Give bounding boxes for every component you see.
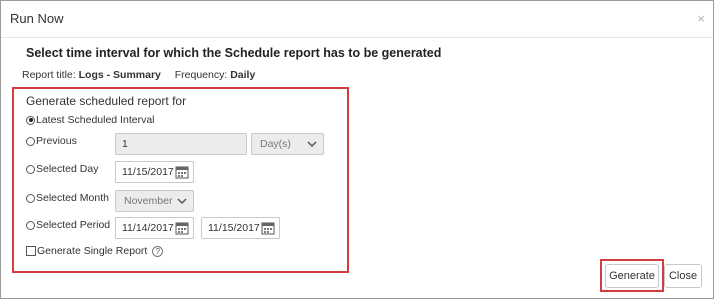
frequency-label: Frequency: — [174, 69, 228, 81]
selected-month-label: Selected Month — [36, 192, 109, 204]
latest-label: Latest Scheduled Interval — [36, 114, 155, 126]
month-select[interactable]: November — [115, 190, 194, 212]
frequency-value: Daily — [230, 69, 256, 81]
calendar-icon[interactable] — [175, 165, 189, 179]
instruction-text: Select time interval for which the Sched… — [26, 46, 442, 60]
selected-period-label: Selected Period — [36, 219, 111, 231]
previous-count-input[interactable]: 1 — [115, 133, 247, 155]
close-icon[interactable]: × — [697, 11, 705, 26]
dialog-header: Run Now × — [1, 1, 713, 38]
selected-day-radio[interactable] — [26, 164, 35, 174]
previous-radio[interactable] — [26, 136, 35, 146]
report-title-label: Report title: — [22, 69, 76, 81]
latest-radio[interactable] — [26, 115, 35, 125]
option-selected-day[interactable]: Selected Day — [26, 163, 98, 175]
period-end-input[interactable]: 11/15/2017 — [201, 217, 280, 239]
option-previous[interactable]: Previous — [26, 135, 77, 147]
report-meta: Report title: Logs - Summary Frequency: … — [22, 69, 255, 81]
single-report-checkbox[interactable] — [26, 246, 36, 256]
selected-month-radio[interactable] — [26, 193, 35, 203]
single-report-label: Generate Single Report — [37, 245, 148, 257]
option-selected-period[interactable]: Selected Period — [26, 219, 110, 231]
previous-count-value: 1 — [122, 138, 128, 150]
previous-label: Previous — [36, 135, 77, 147]
period-end-value: 11/15/2017 — [208, 222, 260, 234]
option-latest[interactable]: Latest Scheduled Interval — [26, 114, 155, 126]
day-date-value: 11/15/2017 — [122, 166, 174, 178]
option-single-report[interactable]: Generate Single Report ? — [26, 245, 164, 257]
help-icon[interactable]: ? — [152, 245, 164, 257]
month-value: November — [124, 195, 173, 207]
selected-day-label: Selected Day — [36, 163, 99, 175]
chevron-down-icon — [177, 198, 187, 205]
calendar-icon[interactable] — [175, 221, 189, 235]
section-label: Generate scheduled report for — [26, 94, 187, 108]
option-selected-month[interactable]: Selected Month — [26, 192, 109, 204]
dialog-title: Run Now — [10, 11, 64, 26]
close-button[interactable]: Close — [664, 264, 702, 288]
report-title-value: Logs - Summary — [78, 69, 161, 81]
chevron-down-icon — [307, 141, 317, 148]
period-start-input[interactable]: 11/14/2017 — [115, 217, 194, 239]
run-now-dialog: Run Now × Select time interval for which… — [0, 0, 714, 299]
day-date-input[interactable]: 11/15/2017 — [115, 161, 194, 183]
selected-period-radio[interactable] — [26, 220, 35, 230]
generate-button[interactable]: Generate — [605, 264, 659, 288]
previous-unit-select[interactable]: Day(s) — [251, 133, 324, 155]
calendar-icon[interactable] — [261, 221, 275, 235]
period-start-value: 11/14/2017 — [122, 222, 174, 234]
previous-unit-value: Day(s) — [260, 138, 291, 150]
